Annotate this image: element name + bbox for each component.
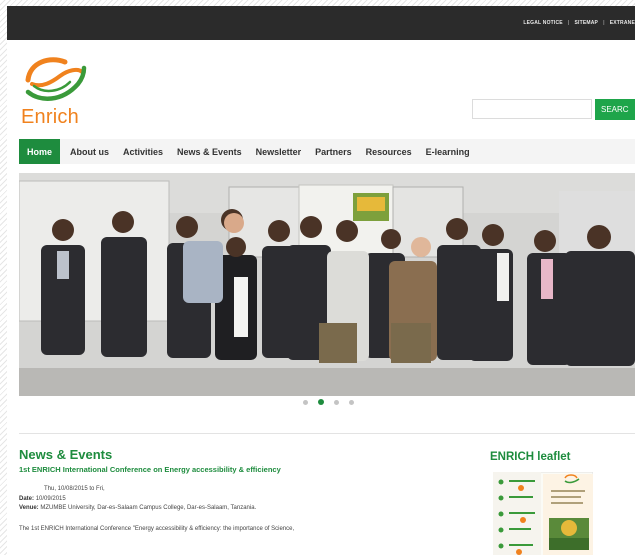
slider-dot[interactable] — [303, 399, 308, 405]
top-links-separator: | — [603, 20, 605, 26]
nav-news-events[interactable]: News & Events — [170, 139, 249, 164]
article-venue: Venue: MZUMBE University, Dar-es-Salaam … — [19, 504, 479, 513]
main-nav: Home About us Activities News & Events N… — [19, 139, 635, 164]
slider-dot[interactable] — [349, 399, 354, 405]
leaflet-box: ENRICH leaflet — [490, 451, 630, 555]
article-body: The 1st ENRICH International Conference … — [19, 526, 295, 532]
slider-dot-active[interactable] — [318, 399, 324, 405]
article-title-link[interactable]: 1st ENRICH International Conference on E… — [19, 465, 479, 475]
article-date-range: Thu, 10/08/2015 to Fri, — [44, 486, 105, 492]
sitemap-link[interactable]: SITEMAP — [574, 20, 598, 26]
logo-wordmark: Enrich — [21, 106, 79, 128]
nav-about-us[interactable]: About us — [63, 139, 116, 164]
date-label: Date: — [19, 496, 35, 502]
date-value: 10/09/2015 — [35, 496, 66, 502]
section-divider — [19, 433, 635, 434]
nav-newsletter[interactable]: Newsletter — [249, 139, 309, 164]
hero-slider[interactable] — [19, 173, 635, 396]
legal-notice-link[interactable]: LEGAL NOTICE — [523, 20, 563, 26]
nav-partners[interactable]: Partners — [308, 139, 359, 164]
nav-resources[interactable]: Resources — [359, 139, 419, 164]
venue-label: Venue: — [19, 505, 39, 511]
extranet-link[interactable]: EXTRANE — [610, 20, 635, 26]
group-photo — [19, 173, 635, 396]
slider-dot[interactable] — [334, 399, 339, 405]
nav-home[interactable]: Home — [19, 139, 61, 164]
news-section: News & Events 1st ENRICH International C… — [19, 447, 479, 534]
slider-pagination — [303, 399, 354, 405]
top-bar: LEGAL NOTICE | SITEMAP | EXTRANE — [7, 6, 635, 40]
venue-value: MZUMBE University, Dar-es-Salaam Campus … — [40, 505, 257, 511]
top-links: LEGAL NOTICE | SITEMAP | EXTRANE — [523, 20, 635, 26]
nav-activities[interactable]: Activities — [116, 139, 170, 164]
article-date: Date: 10/09/2015 — [19, 495, 479, 504]
nav-e-learning[interactable]: E-learning — [419, 139, 477, 164]
search-button[interactable]: SEARC — [595, 99, 635, 120]
top-links-separator: | — [567, 20, 570, 26]
leaflet-thumbnail[interactable] — [493, 472, 593, 555]
page: LEGAL NOTICE | SITEMAP | EXTRANE Enrich … — [7, 6, 635, 555]
news-heading[interactable]: News & Events — [19, 447, 479, 462]
leaflet-heading: ENRICH leaflet — [490, 451, 571, 463]
search-input[interactable] — [472, 99, 592, 119]
enrich-logo[interactable]: Enrich — [20, 54, 90, 130]
logo-swirl-icon — [25, 57, 87, 101]
